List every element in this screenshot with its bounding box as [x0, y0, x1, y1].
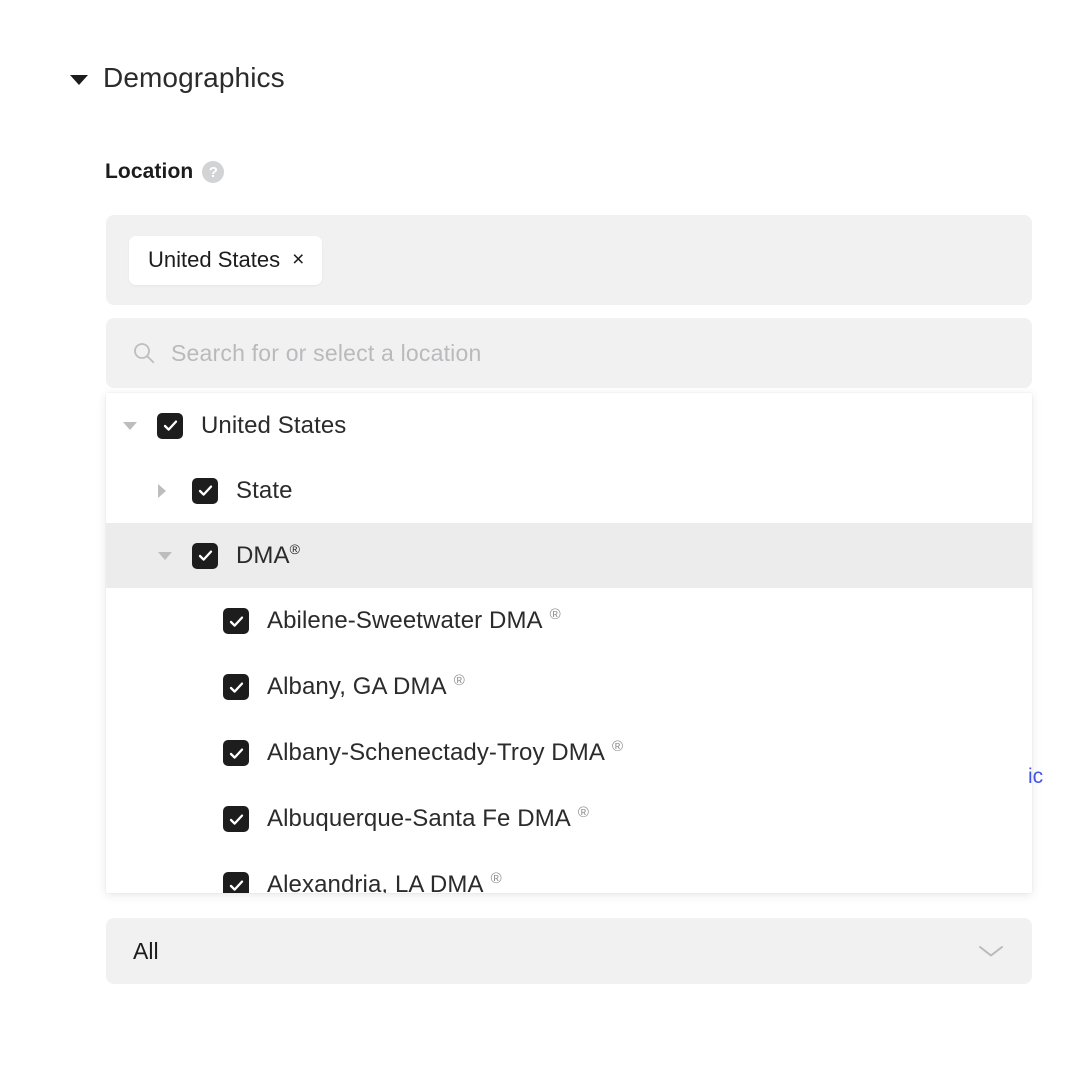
caret-down-icon[interactable] — [123, 421, 157, 430]
scope-select[interactable]: All — [106, 918, 1032, 984]
search-icon — [134, 343, 155, 364]
registered-mark: ® — [490, 870, 502, 887]
field-label-row: Location ? — [105, 160, 225, 184]
tree-checkbox[interactable] — [157, 412, 183, 439]
tree-checkbox[interactable] — [223, 740, 249, 766]
tree-row-label: United States — [201, 411, 347, 439]
chevron-down-icon[interactable] — [978, 944, 1004, 958]
registered-mark: ® — [289, 540, 301, 557]
tree-checkbox[interactable] — [223, 806, 249, 832]
caret-down-icon[interactable] — [158, 551, 192, 560]
tree-row[interactable]: Abilene-Sweetwater DMA ® — [106, 588, 1032, 654]
tree-row[interactable]: Albany, GA DMA ® — [106, 654, 1032, 720]
tree-checkbox[interactable] — [192, 477, 218, 504]
tree-row-label: Alexandria, LA DMA ® — [267, 870, 502, 893]
registered-mark: ® — [611, 738, 624, 755]
tree-row-label: Abilene-Sweetwater DMA ® — [267, 606, 561, 634]
tree-row-label: Albany-Schenectady-Troy DMA ® — [267, 738, 624, 766]
tree-row-label: Albany, GA DMA ® — [267, 672, 465, 700]
tree-row[interactable]: Albany-Schenectady-Troy DMA ® — [106, 720, 1032, 786]
selected-locations-area: United States × — [106, 215, 1032, 305]
tree-row[interactable]: United States — [106, 393, 1032, 458]
tree-row[interactable]: State — [106, 458, 1032, 523]
tree-row-label: State — [236, 476, 293, 504]
tree-row[interactable]: DMA® — [106, 523, 1032, 588]
location-tree-panel[interactable]: United States State DMA® Abilene-Sweetwa… — [106, 393, 1032, 893]
registered-mark: ® — [549, 606, 561, 623]
tree-row-label: DMA® — [236, 540, 301, 569]
tree-checkbox[interactable] — [223, 872, 249, 893]
tree-row-label: Albuquerque-Santa Fe DMA ® — [267, 804, 590, 832]
location-targeting-panel: Demographics Location ? United States × … — [0, 0, 1080, 1080]
tree-checkbox[interactable] — [192, 542, 218, 569]
location-chip-label: United States — [148, 247, 281, 272]
tree-checkbox[interactable] — [223, 608, 249, 634]
registered-mark: ® — [453, 672, 465, 689]
caret-down-icon[interactable] — [70, 74, 88, 85]
location-search-box[interactable]: Search for or select a location — [106, 318, 1032, 388]
tree-row[interactable]: Albuquerque-Santa Fe DMA ® — [106, 786, 1032, 852]
tree-checkbox[interactable] — [223, 674, 249, 700]
registered-mark: ® — [577, 804, 590, 821]
section-header-demographics[interactable]: Demographics — [70, 62, 285, 94]
tree-row[interactable]: Alexandria, LA DMA ® — [106, 852, 1032, 893]
search-input[interactable]: Search for or select a location — [171, 340, 481, 367]
location-label: Location — [105, 160, 194, 183]
close-icon[interactable]: × — [292, 249, 304, 270]
section-title: Demographics — [103, 62, 285, 93]
caret-right-icon[interactable] — [158, 483, 192, 498]
location-chip[interactable]: United States × — [129, 235, 323, 285]
clipped-link-fragment[interactable]: ic — [1028, 765, 1080, 789]
scope-select-value: All — [133, 937, 159, 964]
help-circle-icon[interactable]: ? — [202, 161, 225, 183]
